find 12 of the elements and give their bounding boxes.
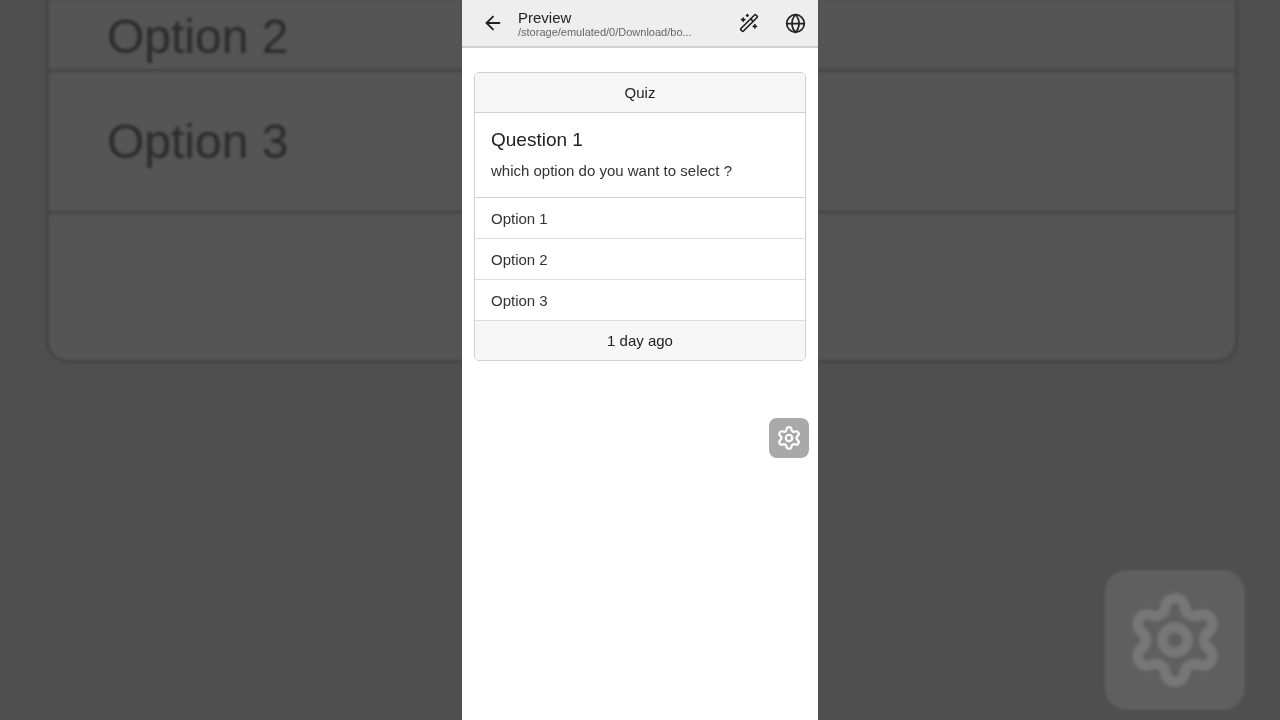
card-header: Quiz bbox=[475, 73, 805, 113]
option-item[interactable]: Option 1 bbox=[475, 198, 805, 239]
screen-title: Preview bbox=[518, 8, 573, 26]
globe-button[interactable] bbox=[785, 12, 806, 34]
question-title: Question 1 bbox=[491, 129, 584, 151]
file-path: /storage/emulated/0/Download/bo... bbox=[518, 25, 693, 38]
card-footer: 1 day ago bbox=[475, 321, 805, 360]
question-text: which option do you want to select ? bbox=[491, 162, 733, 179]
settings-icon bbox=[1105, 570, 1245, 710]
option-item[interactable]: Option 2 bbox=[475, 239, 805, 280]
wand-button[interactable] bbox=[739, 13, 759, 33]
gear-icon bbox=[776, 425, 802, 451]
